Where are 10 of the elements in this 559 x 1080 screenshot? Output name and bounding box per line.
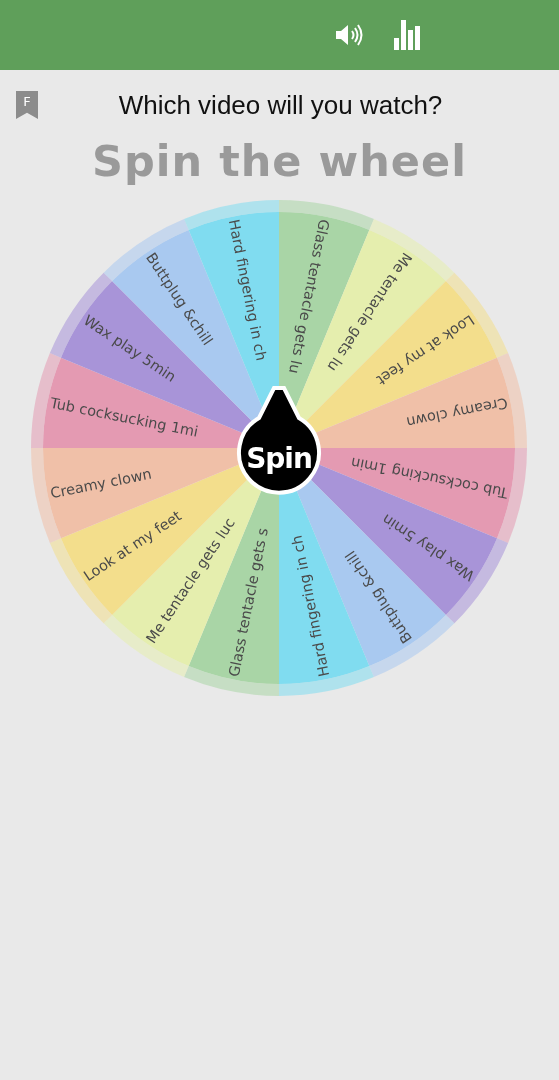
signal-bars-icon[interactable] [394, 20, 422, 50]
speaker-icon[interactable] [334, 23, 364, 47]
page-title: Spin the wheel [91, 136, 468, 186]
segment-label: Hard fingering in ch [288, 533, 332, 679]
spin-wheel[interactable] [28, 198, 529, 698]
segment-label: Creamy clown [404, 394, 509, 431]
question-text: Which video will you watch? [117, 89, 444, 121]
segment-label: Creamy clown [48, 465, 153, 502]
spin-button[interactable]: Spin [236, 386, 321, 495]
segment-label: Hard fingering in ch [225, 217, 269, 363]
